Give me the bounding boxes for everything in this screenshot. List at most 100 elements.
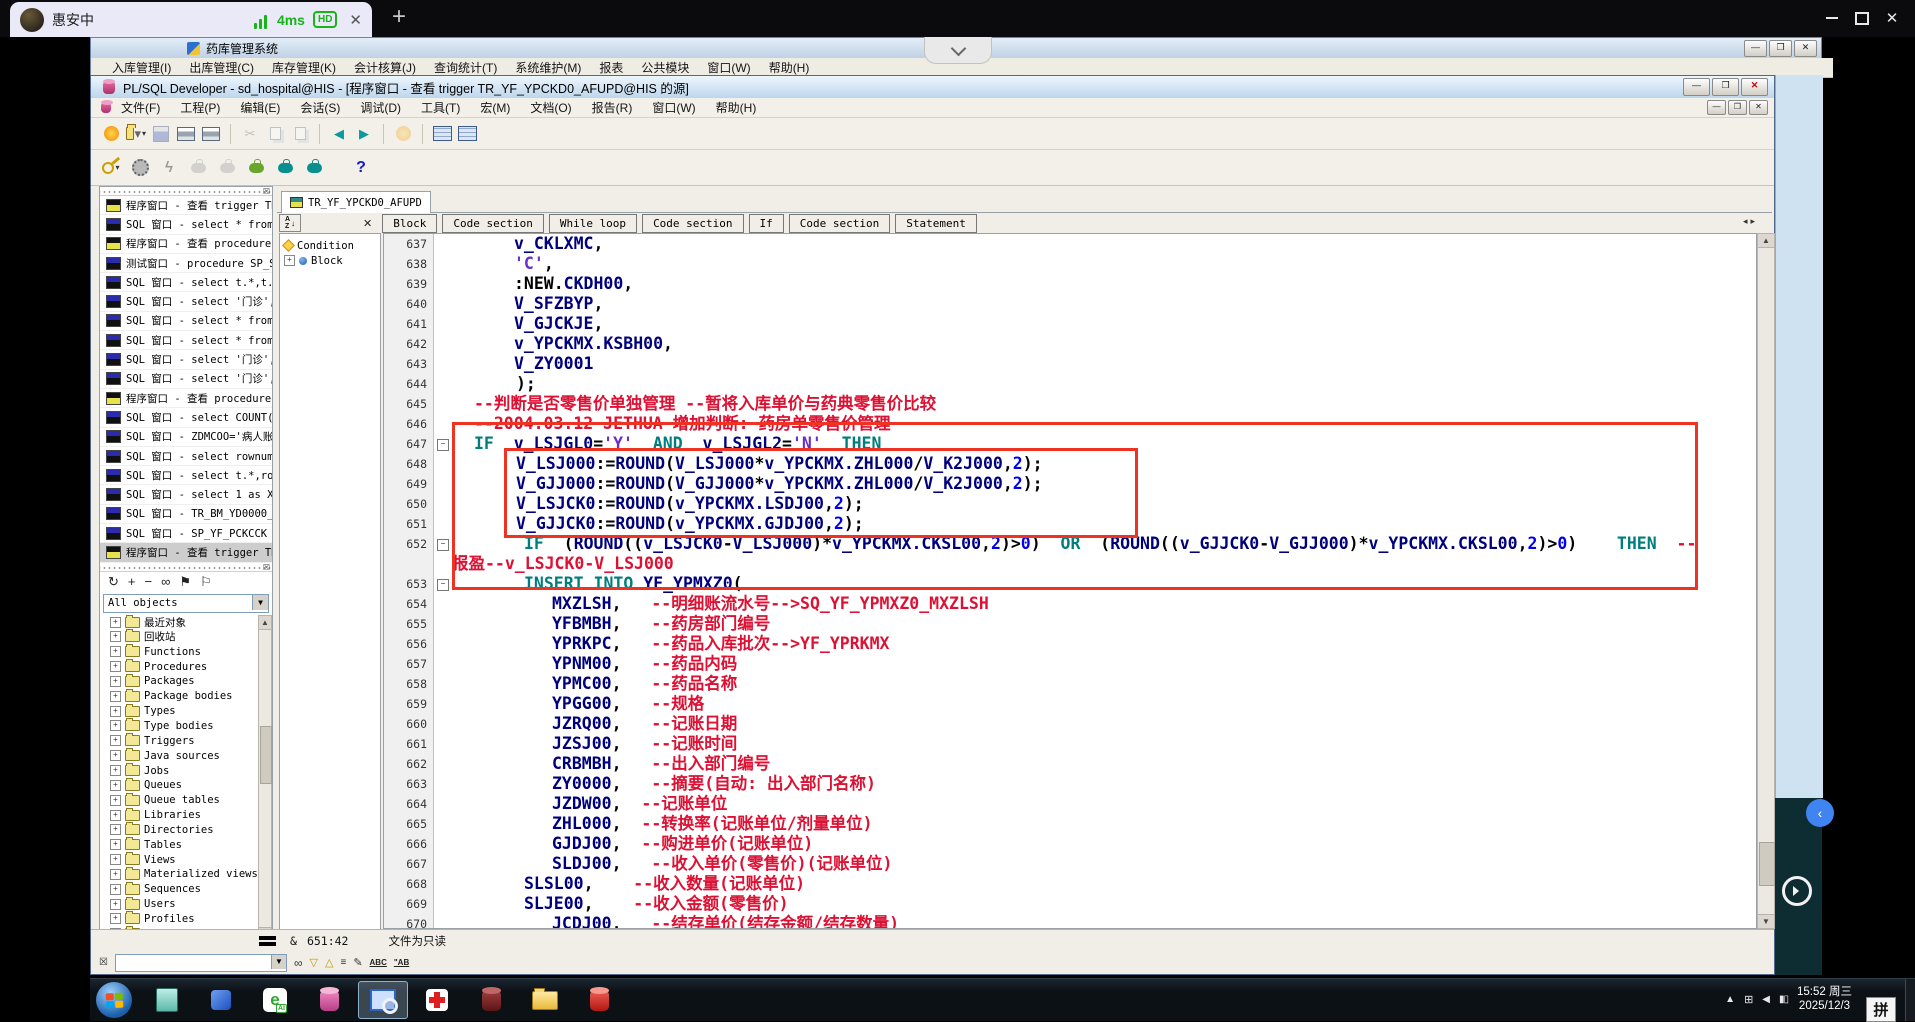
- code-line[interactable]: 662CRBMBH, --出入部门编号: [384, 754, 1756, 774]
- host-menu-item[interactable]: 库存管理(K): [263, 59, 345, 76]
- tree-item[interactable]: +Materialized views: [100, 867, 272, 882]
- hd-quality-badge[interactable]: HD: [313, 11, 337, 28]
- window-list-item[interactable]: SQL 窗口 - select '门诊',(se: [100, 350, 272, 369]
- window-list-item[interactable]: SQL 窗口 - select * from spe: [100, 215, 272, 234]
- code-line[interactable]: 648V_LSJ000:=ROUND(V_LSJ000*v_YPCKMX.ZHL…: [384, 454, 1756, 474]
- tab-close-icon[interactable]: ✕: [349, 11, 362, 29]
- tree-item[interactable]: +最近对象: [100, 615, 272, 630]
- breadcrumb-node[interactable]: Block: [382, 214, 437, 233]
- taskbar-app-browser-app[interactable]: eAI: [250, 981, 300, 1019]
- print-preview-icon[interactable]: [201, 124, 221, 144]
- export-icon[interactable]: [393, 124, 413, 144]
- edit-icon[interactable]: ✎: [353, 956, 362, 969]
- compile-gear-icon[interactable]: [130, 158, 150, 178]
- panel-close-icon[interactable]: ☒: [263, 187, 270, 196]
- pot-gray-1[interactable]: [188, 158, 208, 178]
- structure-item-block[interactable]: + Block: [280, 253, 380, 268]
- mdi-minimize-icon[interactable]: —: [1707, 100, 1726, 115]
- window-list-item[interactable]: SQL 窗口 - select 1 as XZ000: [100, 485, 272, 504]
- panel-drag-handle[interactable]: ☒: [100, 563, 272, 572]
- code-line[interactable]: 669SLJE00, --收入金额(零售价): [384, 894, 1756, 914]
- tray-ime-icon[interactable]: ⊞: [1744, 993, 1753, 1006]
- breadcrumb-node[interactable]: If: [749, 214, 784, 233]
- expand-icon[interactable]: +: [110, 854, 121, 865]
- tree-item[interactable]: +Queue tables: [100, 793, 272, 808]
- plsql-minimize-icon[interactable]: —: [1683, 78, 1710, 96]
- editor-tab[interactable]: TR_YF_YPCKD0_AFUPD: [281, 191, 431, 213]
- plsql-menu-item[interactable]: 工程(P): [170, 99, 230, 116]
- host-close-icon[interactable]: ✕: [1794, 40, 1817, 57]
- code-line[interactable]: 638'C',: [384, 254, 1756, 274]
- expand-icon[interactable]: +: [110, 780, 121, 791]
- code-line[interactable]: 668SLSL00, --收入数量(记账单位): [384, 874, 1756, 894]
- find-input[interactable]: ▼: [115, 954, 287, 972]
- plsql-menu-item[interactable]: 宏(M): [470, 99, 520, 116]
- maximize-icon[interactable]: [1849, 8, 1875, 28]
- plsql-restore-icon[interactable]: ❒: [1712, 78, 1739, 96]
- tree-item[interactable]: +Directories: [100, 822, 272, 837]
- editor-scrollbar[interactable]: ▲ ▼: [1757, 233, 1775, 929]
- minimize-icon[interactable]: [1819, 8, 1845, 28]
- cut-icon[interactable]: ✂: [240, 124, 260, 144]
- start-button[interactable]: [96, 982, 132, 1018]
- window-list-item[interactable]: SQL 窗口 - select * from xt_: [100, 331, 272, 350]
- tree-item[interactable]: +Java sources: [100, 748, 272, 763]
- taskbar-app-plsql-pink-db-app[interactable]: [304, 981, 354, 1019]
- tree-item[interactable]: +Procedures: [100, 659, 272, 674]
- window-list-item[interactable]: 程序窗口 - 查看 trigger TR_: [100, 543, 272, 562]
- expand-icon[interactable]: +: [110, 765, 121, 776]
- tree-item[interactable]: +Libraries: [100, 808, 272, 823]
- expand-icon[interactable]: +: [110, 913, 121, 924]
- tree-item[interactable]: +Functions: [100, 644, 272, 659]
- plsql-menu-item[interactable]: 帮助(H): [706, 99, 767, 116]
- window-list-item[interactable]: SQL 窗口 - select t.*,t.cxsl: [100, 273, 272, 292]
- find-object-icon[interactable]: ∞: [161, 574, 170, 589]
- find-prev-icon[interactable]: △: [325, 956, 333, 969]
- expand-icon[interactable]: +: [110, 839, 121, 850]
- code-line[interactable]: 666GJDJ00, --购进单价(记账单位): [384, 834, 1756, 854]
- remote-session-tab[interactable]: 惠安中 4ms HD ✕: [10, 2, 372, 37]
- code-line[interactable]: 663ZY0000, --摘要(自动: 出入部门名称): [384, 774, 1756, 794]
- tray-up-arrow-icon[interactable]: ▲: [1725, 994, 1735, 1005]
- chevron-down-icon[interactable]: ▼: [252, 595, 268, 610]
- code-line[interactable]: 659YPGG00, --规格: [384, 694, 1756, 714]
- fold-collapse-icon[interactable]: −: [437, 579, 449, 591]
- copy-icon[interactable]: [265, 124, 285, 144]
- breadcrumb-node[interactable]: While loop: [549, 214, 637, 233]
- window-list-item[interactable]: SQL 窗口 - select COUNT(medi: [100, 408, 272, 427]
- forward-icon[interactable]: ▶: [354, 124, 374, 144]
- host-menu-item[interactable]: 窗口(W): [698, 59, 759, 76]
- back-icon[interactable]: ◀: [329, 124, 349, 144]
- code-line[interactable]: 667SLDJ00, --收入单价(零售价)(记账单位): [384, 854, 1756, 874]
- code-line[interactable]: 660JZRQ00, --记账日期: [384, 714, 1756, 734]
- expand-icon[interactable]: +: [110, 720, 121, 731]
- fold-collapse-icon[interactable]: −: [437, 439, 449, 451]
- execute-icon[interactable]: ϟ: [159, 158, 179, 178]
- expand-icon[interactable]: +: [110, 646, 121, 657]
- code-line[interactable]: 652−IF (ROUND((v_LSJCK0-V_LSJ000)*v_YPCK…: [384, 534, 1756, 554]
- panel-drag-handle[interactable]: ☒: [100, 187, 272, 196]
- host-menu-item[interactable]: 帮助(H): [760, 59, 819, 76]
- code-line[interactable]: 656YPRKPC, --药品入库批次-->YF_YPRKMX: [384, 634, 1756, 654]
- scroll-up-icon[interactable]: ▲: [259, 616, 271, 630]
- tree-item[interactable]: +Packages: [100, 674, 272, 689]
- code-line[interactable]: 报盈--v_LSJCK0-V_LSJ000: [384, 554, 1756, 574]
- expand-icon[interactable]: +: [110, 795, 121, 806]
- expand-icon[interactable]: +: [110, 884, 121, 895]
- expand-icon[interactable]: +: [110, 631, 121, 642]
- scroll-down-icon[interactable]: ▼: [1758, 914, 1774, 928]
- expand-icon[interactable]: +: [110, 617, 121, 628]
- breadcrumb-node[interactable]: Statement: [895, 214, 977, 233]
- panel-close-icon[interactable]: ☒: [263, 563, 270, 572]
- grid-icon[interactable]: [457, 124, 477, 144]
- plsql-menu-item[interactable]: 报告(R): [582, 99, 643, 116]
- spell-check-icon[interactable]: ABC: [370, 958, 387, 967]
- plsql-menu-item[interactable]: 会话(S): [290, 99, 350, 116]
- code-line[interactable]: 650V_LSJCK0:=ROUND(v_YPCKMX.LSDJ00,2);: [384, 494, 1756, 514]
- plsql-menu-item[interactable]: 文档(O): [520, 99, 581, 116]
- window-list-item[interactable]: SQL 窗口 - SP_YF_PCKCCK sele: [100, 524, 272, 543]
- side-panel-toggle-button[interactable]: ‹: [1806, 799, 1834, 827]
- open-icon[interactable]: ▾▾: [126, 124, 146, 144]
- host-menu-item[interactable]: 查询统计(T): [425, 59, 506, 76]
- new-tab-button[interactable]: +: [392, 5, 406, 29]
